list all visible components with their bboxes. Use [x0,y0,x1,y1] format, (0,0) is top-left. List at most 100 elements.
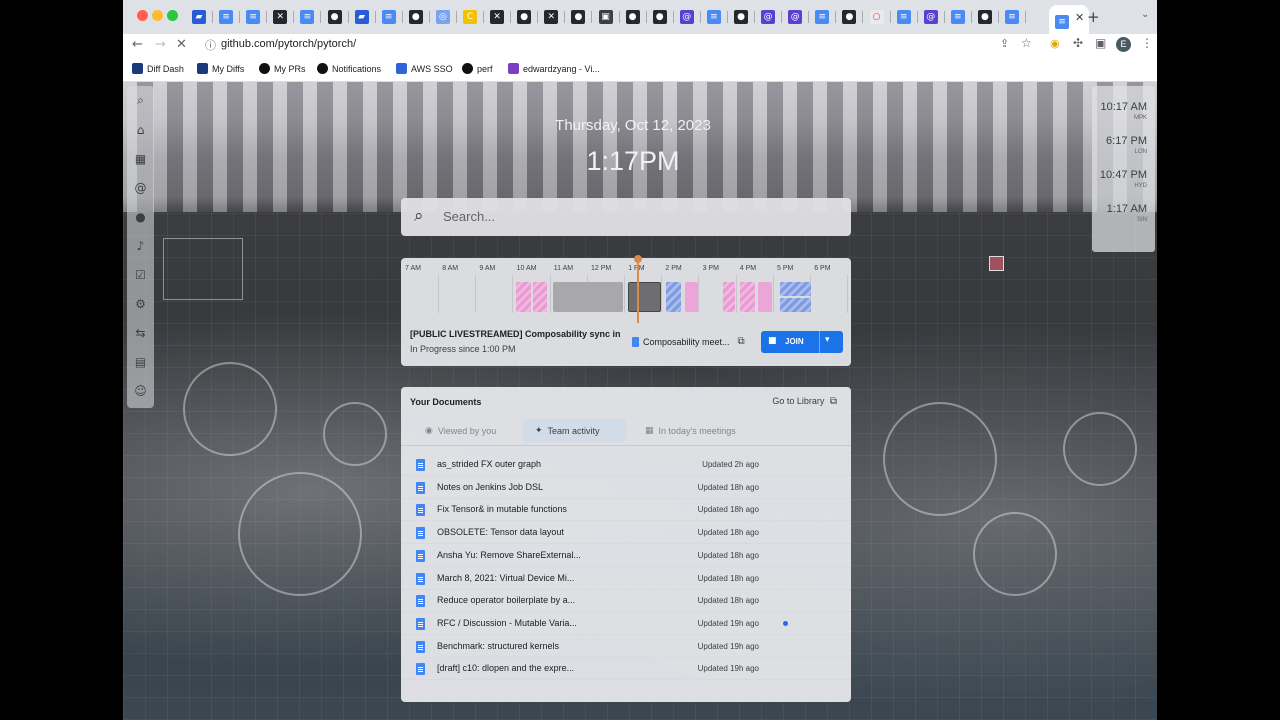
calendar-event[interactable] [666,282,681,312]
git-x-tab-favicon-icon[interactable]: ✕ [273,10,288,24]
doc-tab-favicon-icon[interactable]: ≡ [246,10,261,24]
meeting-title[interactable]: [PUBLIC LIVESTREAMED] Composability sync… [410,329,630,339]
at-tab-favicon-icon[interactable]: @ [923,10,938,24]
extension-icon[interactable]: ◉ [1050,37,1060,50]
go-to-library-link[interactable]: Go to Library ⧉ [772,396,837,407]
bookmark-item[interactable]: edwardzyang - Vi... [508,63,600,74]
stop-loading-icon[interactable]: ✕ [176,37,187,52]
git-tab-favicon-icon[interactable]: ● [734,10,748,24]
doc-tab-favicon-icon[interactable]: ≡ [1005,10,1019,24]
profile-avatar[interactable]: E [1116,37,1131,52]
doc-tab-favicon-icon[interactable]: ≡ [815,10,830,24]
git-tab-favicon-icon[interactable]: ● [571,10,586,24]
bookmark-item[interactable]: AWS SSO [396,63,453,74]
git-tab-favicon-icon[interactable]: ● [842,10,857,24]
calendar-event[interactable] [533,282,547,312]
calendar-event[interactable] [723,282,735,312]
document-row[interactable]: Notes on Jenkins Job DSL Updated 18h ago [401,477,851,499]
close-tab-icon[interactable]: ✕ [1075,11,1084,24]
at-icon[interactable]: @ [130,177,151,198]
document-row[interactable]: OBSOLETE: Tensor data layout Updated 18h … [401,522,851,545]
yellow-tab-favicon-icon[interactable]: C [463,10,477,24]
search-icon[interactable]: ⌕ [130,90,151,111]
bell-icon[interactable]: ♪ [130,235,151,256]
document-row[interactable]: as_strided FX outer graph Updated 2h ago [401,454,851,476]
doc-tab-favicon-icon[interactable]: ≡ [706,10,721,24]
document-row[interactable]: Fix Tensor& in mutable functions Updated … [401,499,851,522]
doc-tab-favicon-icon[interactable]: ≡ [300,10,315,24]
meeting-doc-link[interactable]: Composability meet... ⧉ [632,336,745,347]
grid-tab-favicon-icon[interactable]: ▣ [598,10,613,24]
tab-active[interactable]: ≡ ✕ [1049,5,1089,34]
calendar-event[interactable] [685,282,698,312]
back-icon[interactable]: ← [132,37,143,52]
git-tab-favicon-icon[interactable]: ● [517,10,532,24]
translate-icon[interactable]: ⇆ [130,322,151,343]
tab-todays-meetings[interactable]: ▦ In today's meetings [633,419,748,442]
new-tab-icon[interactable]: + [1087,8,1100,26]
external-link-icon[interactable]: ⧉ [738,336,745,347]
tab-viewed-by-you[interactable]: ◉ Viewed by you [413,419,508,442]
document-row[interactable]: March 8, 2021: Virtual Device Mi... Updat… [401,568,851,590]
bookmark-item[interactable]: Notifications [317,63,381,74]
document-row[interactable]: [draft] c10: dlopen and the expre... Upda… [401,658,851,681]
calendar-event-current[interactable] [628,282,661,312]
git-x-tab-favicon-icon[interactable]: ✕ [490,10,505,24]
document-row[interactable]: Reduce operator boilerplate by a... Updat… [401,590,851,613]
close-window-button[interactable] [137,10,148,21]
git-tab-favicon-icon[interactable]: ● [625,10,640,24]
at-tab-favicon-icon[interactable]: @ [788,10,803,24]
forward-icon[interactable]: → [155,37,166,52]
join-dropdown-icon[interactable]: ▾ [825,335,830,345]
git-tab-favicon-icon[interactable]: ● [977,10,992,24]
home-icon[interactable]: ⌂ [130,119,151,140]
book-icon[interactable]: ▤ [130,351,151,372]
doc-tab-favicon-icon[interactable]: ≡ [896,10,911,24]
calendar-event[interactable] [780,282,811,296]
calendar-event[interactable] [516,282,531,312]
chat-icon[interactable]: ● [130,206,151,227]
bookmark-item[interactable]: Diff Dash [132,63,184,74]
share-icon[interactable]: ⇪ [1000,37,1009,50]
calendar-event[interactable] [758,282,772,312]
gear-icon[interactable]: ⚙ [130,293,151,314]
calendar-event[interactable] [553,282,623,312]
checkbox-icon[interactable]: ☑ [130,264,151,285]
document-row[interactable]: Benchmark: structured kernels Updated 19h… [401,636,851,658]
bookmark-star-icon[interactable]: ☆ [1021,36,1032,50]
document-updated: Updated 19h ago [697,641,759,651]
document-row[interactable]: Ansha Yu: Remove ShareExternal... Updated… [401,545,851,567]
minimize-window-button[interactable] [152,10,163,21]
bookmark-item[interactable]: perf [462,63,493,74]
calendar-icon[interactable]: ▦ [130,148,151,169]
red-tab-favicon-icon[interactable]: ○ [869,10,884,24]
doc-tab-favicon-icon[interactable]: ≡ [950,10,965,24]
bookmark-item[interactable]: My Diffs [197,63,244,74]
menu-icon[interactable]: ⋮ [1141,36,1153,50]
git-tab-favicon-icon[interactable]: ● [327,10,342,24]
search-box[interactable]: ⌕ Search... [401,198,851,236]
calendar-event[interactable] [780,298,811,312]
doc-tab-favicon-icon[interactable]: ≡ [219,10,234,24]
join-button[interactable]: ■ JOIN ▾ [761,331,843,353]
people-icon[interactable]: ☺ [130,380,151,401]
cloud-tab-favicon-icon[interactable]: ▰ [192,10,206,24]
extensions-puzzle-icon[interactable]: ✣ [1073,36,1083,50]
calendar-event[interactable] [740,282,755,312]
git-tab-favicon-icon[interactable]: ● [652,10,667,24]
tab-team-activity[interactable]: ✦ Team activity [523,419,626,442]
git-tab-favicon-icon[interactable]: ● [408,10,423,24]
maximize-window-button[interactable] [167,10,178,21]
document-row[interactable]: RFC / Discussion - Mutable Varia... Updat… [401,613,851,635]
bookmark-item[interactable]: My PRs [259,63,306,74]
side-panel-icon[interactable]: ▣ [1095,36,1106,50]
doc-tab-favicon-icon[interactable]: ≡ [381,10,396,24]
tab-search-icon[interactable]: ⌄ [1141,9,1149,20]
cloud-tab-favicon-icon[interactable]: ▰ [354,10,369,24]
site-info-icon[interactable]: ⓘ [205,37,216,53]
at-tab-favicon-icon[interactable]: @ [679,10,694,24]
address-bar[interactable]: github.com/pytorch/pytorch/ [221,38,356,50]
git-x-tab-favicon-icon[interactable]: ✕ [544,10,559,24]
web-tab-favicon-icon[interactable]: ◎ [435,10,450,24]
at-tab-favicon-icon[interactable]: @ [761,10,776,24]
